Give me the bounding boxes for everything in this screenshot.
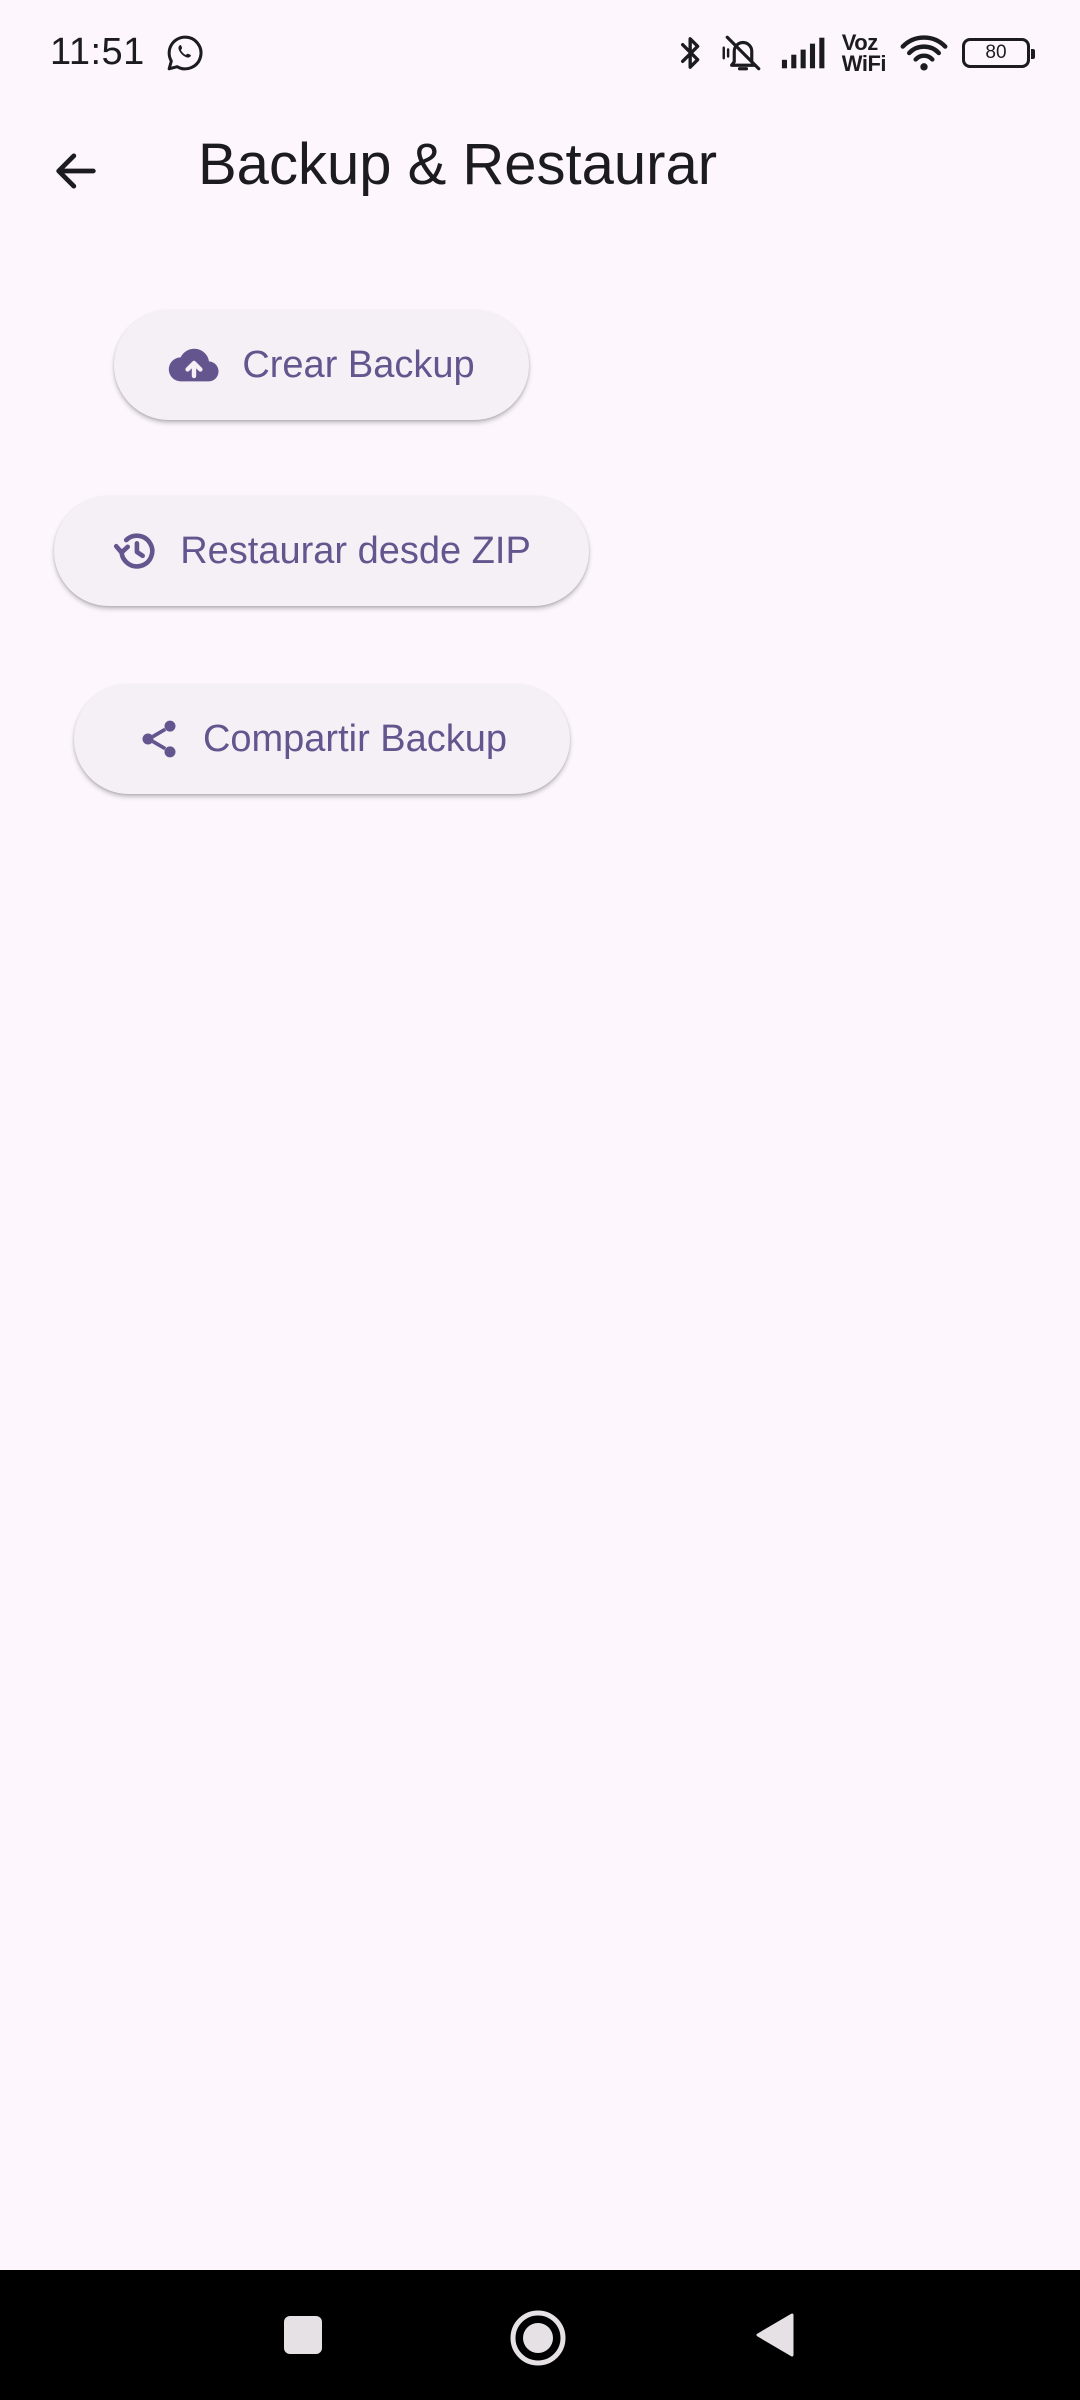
create-backup-button[interactable]: Crear Backup xyxy=(114,310,529,420)
battery-level: 80 xyxy=(985,41,1007,63)
create-backup-label: Crear Backup xyxy=(242,343,475,386)
back-arrow-icon xyxy=(50,145,102,197)
recents-square-icon xyxy=(283,2315,323,2355)
share-backup-label: Compartir Backup xyxy=(202,717,508,760)
share-icon xyxy=(137,717,181,761)
share-backup-button[interactable]: Compartir Backup xyxy=(74,684,570,794)
cloud-upload-icon xyxy=(168,345,220,385)
wifi-label: WiFi xyxy=(841,50,887,76)
back-button[interactable] xyxy=(40,135,112,207)
page-title: Backup & Restaurar xyxy=(198,132,718,197)
status-right: Voz WiFi 80 xyxy=(676,29,1035,76)
home-circle-icon xyxy=(510,2310,566,2366)
battery-icon: 80 xyxy=(962,37,1035,68)
voz-label: Voz xyxy=(841,29,878,55)
nav-back-button[interactable] xyxy=(745,2302,805,2368)
bell-off-icon xyxy=(720,32,766,74)
screen: 11:51 Voz WiFi 80 Backup & Restaurar Cre… xyxy=(0,0,1080,2400)
status-left: 11:51 xyxy=(50,31,205,74)
voz-wifi-indicator: Voz WiFi xyxy=(841,29,887,76)
app-bar: Backup & Restaurar xyxy=(0,105,1080,225)
status-bar: 11:51 Voz WiFi 80 xyxy=(0,0,1080,105)
back-triangle-icon xyxy=(754,2311,796,2359)
nav-recents-button[interactable] xyxy=(268,2305,338,2365)
nav-home-button[interactable] xyxy=(500,2300,576,2376)
restore-zip-label: Restaurar desde ZIP xyxy=(180,529,531,572)
restore-zip-button[interactable]: Restaurar desde ZIP xyxy=(54,496,589,606)
whatsapp-icon xyxy=(165,33,205,73)
signal-icon xyxy=(780,36,828,70)
wifi-icon xyxy=(900,34,948,72)
restore-history-icon xyxy=(112,528,158,574)
bluetooth-icon xyxy=(676,33,706,73)
status-time: 11:51 xyxy=(50,31,145,73)
system-nav-bar xyxy=(0,2270,1080,2400)
